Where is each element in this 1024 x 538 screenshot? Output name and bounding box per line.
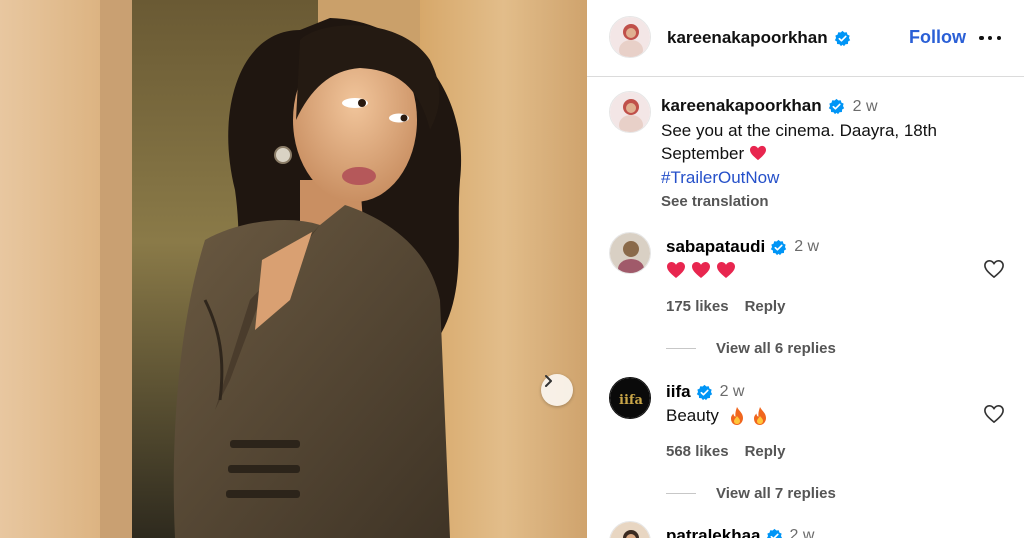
avatar-image (610, 17, 650, 57)
more-options-button[interactable] (979, 28, 1001, 48)
heart-emoji-icon (667, 262, 685, 278)
comment-time[interactable]: 2 w (790, 527, 815, 538)
comment-likes[interactable]: 175 likes (666, 298, 729, 315)
view-replies-button[interactable]: View all 6 replies (666, 340, 836, 357)
fire-emoji-icon (730, 407, 743, 425)
caption-text-block: kareenakapoorkhan 2 w See you at the cin… (661, 94, 1001, 214)
avatar-image (610, 92, 650, 132)
comment-body: Beauty (666, 406, 769, 426)
verified-badge-icon (828, 98, 844, 115)
comment-username[interactable]: sabapataudi (666, 237, 765, 257)
fire-emoji-icon (753, 407, 766, 425)
comment-header: iifa 2 w (666, 382, 744, 402)
post-side-panel: kareenakapoorkhan Follow kareenakapoorkh… (587, 0, 1024, 538)
reply-button[interactable]: Reply (745, 443, 786, 460)
comment-body (666, 261, 736, 279)
caption-username[interactable]: kareenakapoorkhan (661, 96, 822, 115)
more-dot-icon (979, 35, 984, 41)
more-dot-icon (987, 35, 993, 41)
comment-meta: 568 likes Reply (666, 443, 785, 460)
comment-header: patralekhaa 2 w (666, 526, 814, 538)
comment-likes[interactable]: 568 likes (666, 443, 729, 460)
post-header: kareenakapoorkhan Follow (587, 0, 1024, 77)
replies-divider (666, 493, 696, 494)
comment-avatar[interactable]: iifa (609, 377, 651, 419)
caption-time[interactable]: 2 w (853, 98, 878, 115)
comment-username[interactable]: patralekhaa (666, 526, 761, 538)
iifa-logo-text: iifa (619, 393, 643, 408)
next-photo-button[interactable] (541, 374, 573, 406)
verified-badge-icon (771, 239, 787, 255)
more-dot-icon (996, 35, 1001, 41)
caption-header: kareenakapoorkhan 2 w (661, 94, 1001, 119)
reply-button[interactable]: Reply (745, 298, 786, 315)
comment-meta: 175 likes Reply (666, 298, 785, 315)
verified-badge-icon (766, 528, 782, 538)
follow-button[interactable]: Follow (909, 27, 966, 48)
caption-hashtag[interactable]: #TrailerOutNow (661, 166, 1001, 190)
avatar-image (610, 522, 650, 538)
post-photo (0, 0, 587, 538)
verified-badge-icon (834, 30, 850, 46)
caption-body: See you at the cinema. Daayra, 18th Sept… (661, 119, 1001, 166)
comment-avatar[interactable] (609, 521, 651, 538)
heart-outline-icon (984, 260, 1004, 278)
view-replies-label: View all 7 replies (716, 485, 836, 502)
heart-outline-icon (984, 405, 1004, 423)
caption-avatar[interactable] (609, 91, 651, 133)
post-image (0, 0, 587, 538)
comment-time[interactable]: 2 w (794, 238, 819, 256)
author-username[interactable]: kareenakapoorkhan (667, 28, 828, 48)
comment-time[interactable]: 2 w (720, 383, 745, 401)
view-replies-label: View all 6 replies (716, 340, 836, 357)
see-translation-link[interactable]: See translation (661, 190, 1001, 214)
like-comment-button[interactable] (983, 259, 1005, 279)
view-replies-button[interactable]: View all 7 replies (666, 485, 836, 502)
author-avatar[interactable] (609, 16, 651, 58)
like-comment-button[interactable] (983, 404, 1005, 424)
caption-message: See you at the cinema. Daayra, 18th Sept… (661, 120, 937, 164)
heart-emoji-icon (749, 145, 766, 161)
comment-username[interactable]: iifa (666, 382, 691, 402)
comment-text: Beauty (666, 406, 719, 425)
comment-avatar[interactable] (609, 232, 651, 274)
verified-badge-icon (696, 384, 712, 400)
replies-divider (666, 348, 696, 349)
heart-emoji-icon (717, 262, 735, 278)
avatar-image (610, 233, 650, 273)
comment-header: sabapataudi 2 w (666, 237, 819, 257)
chevron-right-icon (545, 375, 552, 387)
iifa-logo: iifa (610, 378, 650, 418)
author-username-row: kareenakapoorkhan (667, 28, 851, 48)
heart-emoji-icon (692, 262, 710, 278)
